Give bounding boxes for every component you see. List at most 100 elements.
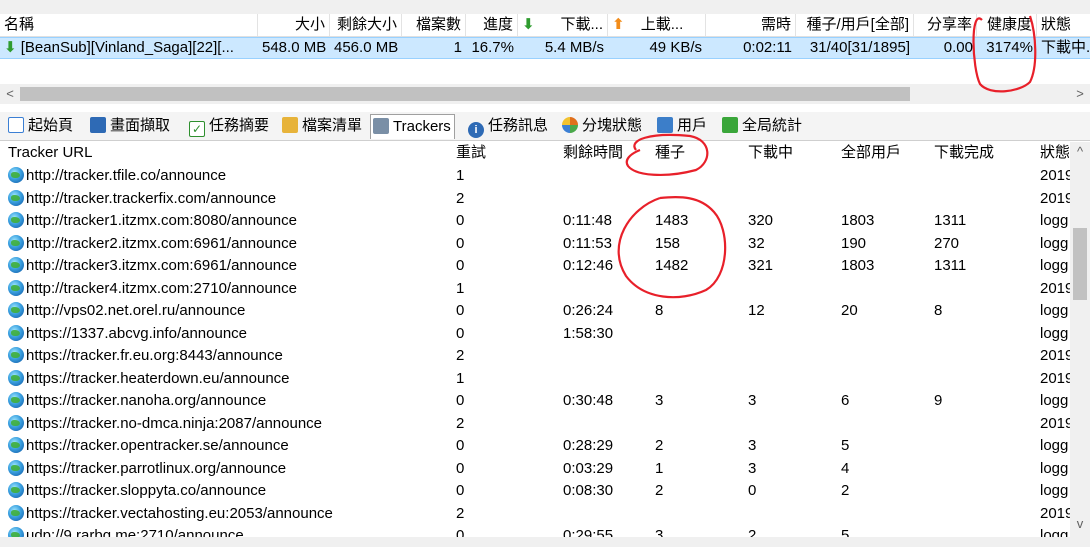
tracker-url: udp://9.rarbg.me:2710/announce <box>8 525 244 537</box>
col-health[interactable]: 健康度 <box>977 14 1037 36</box>
col-retry[interactable]: 重試 <box>456 142 486 164</box>
tracker-row[interactable]: http://tracker1.itzmx.com:8080/announce 0… <box>4 210 1070 233</box>
tracker-downloading: 12 <box>748 302 765 319</box>
tracker-completed: 8 <box>934 302 943 319</box>
globe-icon <box>8 279 24 296</box>
tab-trackers[interactable]: Trackers <box>370 114 455 139</box>
scroll-left-arrow-icon[interactable]: < <box>2 84 18 104</box>
col-name[interactable]: 名稱 <box>0 14 258 36</box>
tracker-table-hscrollbar[interactable] <box>0 537 1090 547</box>
tab-file-list[interactable]: 檔案清單 <box>280 114 365 138</box>
tracker-table-vscrollbar[interactable]: ^ v <box>1070 142 1090 537</box>
tab-summary[interactable]: ✓ 任務摘要 <box>187 114 272 138</box>
torrent-eta: 0:02:11 <box>743 39 792 56</box>
tab-screenshot[interactable]: 畫面擷取 <box>88 114 173 138</box>
tracker-row[interactable]: http://tracker3.itzmx.com:6961/announce 0… <box>4 255 1070 278</box>
tracker-url-text: http://tracker3.itzmx.com:6961/announce <box>26 257 297 274</box>
col-size[interactable]: 大小 <box>258 14 330 36</box>
summary-check-icon: ✓ <box>189 121 205 137</box>
tracker-row[interactable]: https://tracker.nanoha.org/announce 0 0:30… <box>4 390 1070 413</box>
col-seeds-peers[interactable]: 種子/用戶[全部] <box>796 14 914 36</box>
col-downloading[interactable]: 下載中 <box>748 142 793 164</box>
tracker-downloading: 32 <box>748 234 765 252</box>
tracker-row[interactable]: https://tracker.heaterdown.eu/announce 1 2… <box>4 368 1070 391</box>
tracker-completed: 1311 <box>934 257 967 274</box>
tracker-all-peers: 2 <box>841 482 850 499</box>
globe-icon <box>8 234 24 251</box>
torrent-list[interactable]: 名稱 大小 剩餘大小 檔案數 進度 ⬇ 下載... ⬆ 上載... 需時 種子/… <box>0 14 1090 84</box>
col-eta[interactable]: 需時 <box>706 14 796 36</box>
tracker-downloading: 3 <box>748 392 757 409</box>
col-seeds[interactable]: 種子 <box>655 142 685 164</box>
tab-global-stats[interactable]: 全局統計 <box>720 114 805 138</box>
col-progress[interactable]: 進度 <box>466 14 518 36</box>
tracker-row[interactable]: https://tracker.vectahosting.eu:2053/ann… <box>4 503 1070 526</box>
tab-pieces[interactable]: 分塊狀態 <box>560 114 645 138</box>
downloading-arrow-icon: ⬇ <box>4 39 17 56</box>
col-time-left[interactable]: 剩餘時間 <box>563 142 623 164</box>
tracker-table[interactable]: Tracker URL 重試 剩餘時間 種子 下載中 全部用戶 下載完成 狀態 … <box>4 142 1070 537</box>
tracker-status: 2019 <box>1040 279 1070 297</box>
col-remaining[interactable]: 剩餘大小 <box>330 14 402 36</box>
torrent-row[interactable]: ⬇ [BeanSub][Vinland_Saga][22][... 548.0 … <box>0 37 1090 59</box>
tracker-time-left: 0:26:24 <box>563 302 614 319</box>
col-download[interactable]: ⬇ 下載... <box>518 14 608 36</box>
tracker-url-text: http://tracker.tfile.co/announce <box>26 167 227 184</box>
tracker-downloading: 321 <box>748 257 774 274</box>
tab-users-label: 用戶 <box>677 117 708 134</box>
tracker-retry: 1 <box>456 369 465 387</box>
col-tracker-status[interactable]: 狀態 <box>1040 142 1070 164</box>
tracker-row[interactable]: https://tracker.opentracker.se/announce 0… <box>4 435 1070 458</box>
tracker-retry: 0 <box>456 234 465 252</box>
tracker-time-left: 0:28:29 <box>563 437 614 454</box>
col-all-peers[interactable]: 全部用戶 <box>841 142 901 164</box>
tracker-seeds: 1483 <box>655 212 689 229</box>
tracker-url-text: http://tracker2.itzmx.com:6961/announce <box>26 234 297 252</box>
tracker-completed: 270 <box>934 234 960 252</box>
col-ratio[interactable]: 分享率 <box>914 14 977 36</box>
scroll-down-arrow-icon[interactable]: v <box>1072 514 1088 534</box>
tracker-retry: 0 <box>456 527 465 537</box>
tracker-row[interactable]: https://tracker.sloppyta.co/announce 0 0:0… <box>4 480 1070 503</box>
torrent-files: 1 <box>453 39 462 56</box>
tracker-row[interactable]: https://tracker.parrotlinux.org/announce… <box>4 458 1070 481</box>
tracker-url-text: https://tracker.opentracker.se/announce <box>26 437 289 454</box>
tracker-time-left: 0:29:55 <box>563 527 614 537</box>
col-tracker-url[interactable]: Tracker URL <box>8 142 92 164</box>
tab-home[interactable]: 起始頁 <box>6 114 76 138</box>
tracker-url-text: http://tracker1.itzmx.com:8080/announce <box>26 212 297 229</box>
tracker-row[interactable]: http://tracker.trackerfix.com/announce 2 2… <box>4 188 1070 211</box>
tracker-row[interactable]: http://tracker.tfile.co/announce 1 2019 <box>4 165 1070 188</box>
tracker-row[interactable]: http://tracker4.itzmx.com:2710/announce 1… <box>4 278 1070 301</box>
col-upload[interactable]: ⬆ 上載... <box>608 14 706 36</box>
tracker-row[interactable]: https://tracker.no-dmca.ninja:2087/annou… <box>4 413 1070 436</box>
tracker-row[interactable]: https://tracker.fr.eu.org:8443/announce 2… <box>4 345 1070 368</box>
torrent-list-hscrollbar[interactable]: < > <box>0 84 1090 104</box>
tab-users[interactable]: 用戶 <box>655 114 710 138</box>
tracker-url-text: https://tracker.nanoha.org/announce <box>26 392 267 409</box>
tracker-row[interactable]: udp://9.rarbg.me:2710/announce 0 0:29:55 3 2… <box>4 525 1070 537</box>
col-files[interactable]: 檔案數 <box>402 14 466 36</box>
scroll-right-arrow-icon[interactable]: > <box>1072 84 1088 104</box>
scrollbar-thumb[interactable] <box>20 87 910 101</box>
globe-icon <box>8 392 24 408</box>
tracker-completed: 1311 <box>934 212 967 229</box>
tracker-row[interactable]: https://1337.abcvg.info/announce 0 1:58:30… <box>4 323 1070 346</box>
tracker-all-peers: 1803 <box>841 212 875 229</box>
tracker-url: https://tracker.no-dmca.ninja:2087/annou… <box>8 413 322 435</box>
tab-task-info[interactable]: i 任務訊息 <box>466 114 551 138</box>
tracker-row[interactable]: http://tracker2.itzmx.com:6961/announce 0… <box>4 233 1070 256</box>
tracker-retry: 2 <box>456 189 465 207</box>
col-status[interactable]: 狀態 <box>1037 14 1090 36</box>
tracker-time-left: 0:03:29 <box>563 459 614 477</box>
torrent-progress: 16.7% <box>471 39 514 56</box>
scroll-up-arrow-icon[interactable]: ^ <box>1072 142 1088 162</box>
tracker-completed: 9 <box>934 392 943 409</box>
tracker-seeds: 3 <box>655 527 664 537</box>
col-completed[interactable]: 下載完成 <box>934 142 994 164</box>
home-icon <box>8 117 24 133</box>
scrollbar-thumb[interactable] <box>1073 228 1087 300</box>
tracker-status: logg <box>1040 392 1069 409</box>
tracker-row[interactable]: http://vps02.net.orel.ru/announce 0 0:26:2… <box>4 300 1070 323</box>
tracker-retry: 0 <box>456 459 465 477</box>
